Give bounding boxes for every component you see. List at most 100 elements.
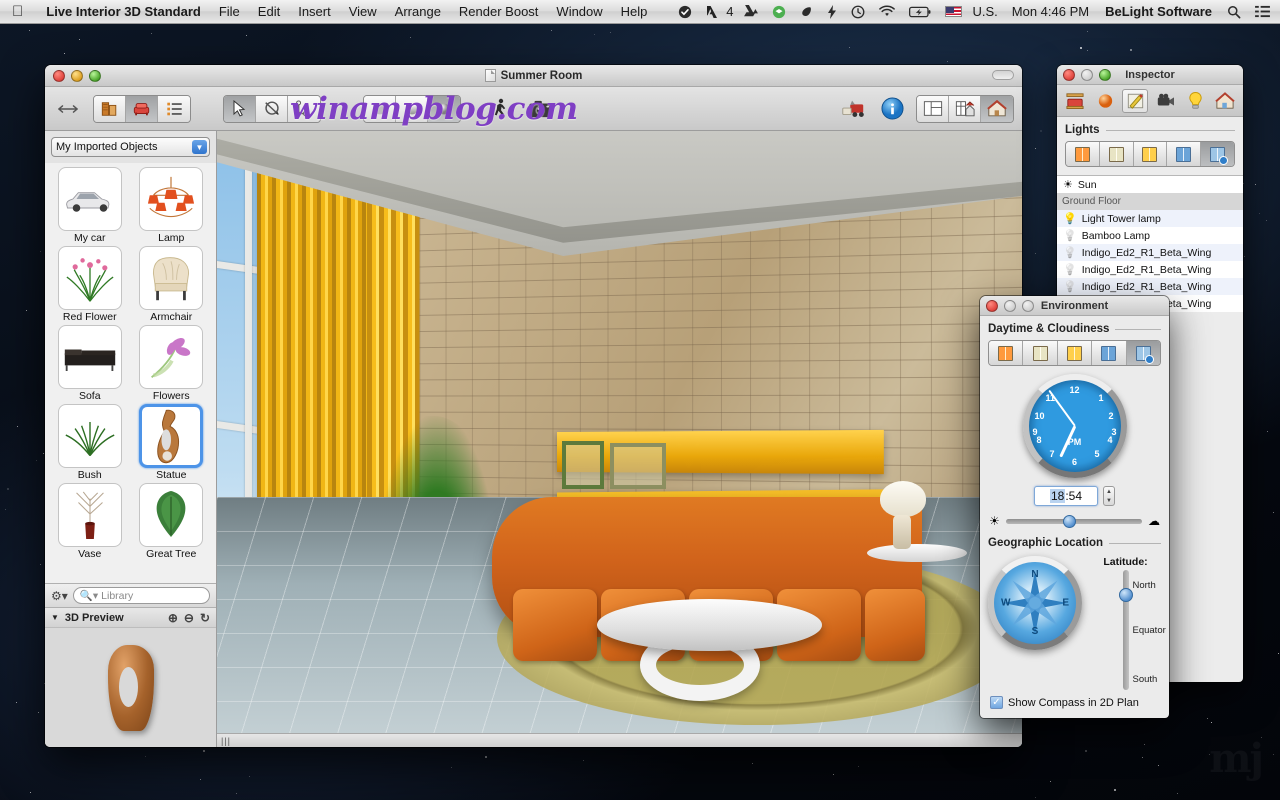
checkmark-badge-icon[interactable]: [671, 0, 699, 24]
furniture-icon[interactable]: [126, 96, 158, 122]
battery-icon[interactable]: [902, 0, 938, 24]
toolbar-group-editor-mode[interactable]: [93, 95, 191, 123]
input-source-flag-icon[interactable]: [938, 0, 972, 24]
light-mode-segmented-control[interactable]: [1065, 141, 1235, 167]
time-input[interactable]: 18:54: [1034, 486, 1098, 506]
object-item-red-flower[interactable]: Red Flower: [51, 246, 129, 323]
list-item[interactable]: 💡 Indigo_Ed2_R1_Beta_Wing: [1057, 278, 1243, 295]
list-icon[interactable]: [158, 96, 190, 122]
google-drive-icon[interactable]: [737, 0, 765, 24]
toolbar-group-view-mode[interactable]: [916, 95, 1014, 123]
latitude-slider[interactable]: North Equator South: [1123, 570, 1129, 690]
slider-knob[interactable]: [1063, 515, 1076, 528]
object-item-great-tree[interactable]: Great Tree: [133, 483, 211, 560]
gear-icon[interactable]: ⚙▾: [51, 589, 68, 603]
zoom-in-icon[interactable]: ⊕: [168, 611, 178, 625]
evernote-icon[interactable]: [793, 0, 820, 24]
object-item-vase[interactable]: Vase: [51, 483, 129, 560]
menu-bar-user-name[interactable]: BeLight Software: [1097, 4, 1220, 19]
dropbox-icon[interactable]: [765, 0, 793, 24]
zoom-out-icon[interactable]: ⊖: [184, 611, 194, 625]
search-input[interactable]: 🔍▾ Library: [73, 587, 210, 604]
pointer-icon[interactable]: [224, 96, 256, 122]
menu-item-edit[interactable]: Edit: [249, 0, 289, 24]
apple-menu-icon[interactable]: : [12, 4, 23, 19]
object-item-sofa[interactable]: Sofa: [51, 325, 129, 402]
menu-item-view[interactable]: View: [340, 0, 386, 24]
chevron-updown-icon[interactable]: ▼: [192, 140, 207, 154]
adobe-icon[interactable]: [699, 0, 725, 24]
object-item-lamp[interactable]: Lamp: [133, 167, 211, 244]
window-amber-icon[interactable]: [1058, 341, 1092, 365]
render-truck-icon[interactable]: [838, 95, 868, 123]
object-item-statue[interactable]: Statue: [133, 404, 211, 481]
house-3d-icon[interactable]: [981, 96, 1013, 122]
window-time-icon[interactable]: [1127, 341, 1160, 365]
rotate-icon[interactable]: [256, 96, 288, 122]
stepper-down-icon[interactable]: ▼: [1106, 498, 1112, 504]
menu-item-insert[interactable]: Insert: [289, 0, 340, 24]
object-item-armchair[interactable]: Armchair: [133, 246, 211, 323]
menu-item-app-name[interactable]: Live Interior 3D Standard: [37, 0, 210, 24]
cloudiness-slider[interactable]: [1006, 519, 1142, 524]
light-bulb-icon[interactable]: [1182, 89, 1208, 113]
menu-bar-clock[interactable]: Mon 4:46 PM: [1004, 4, 1097, 19]
material-sphere-icon[interactable]: [1092, 89, 1118, 113]
window-neutral-icon[interactable]: [1023, 341, 1057, 365]
list-item[interactable]: 💡 Bamboo Lamp: [1057, 227, 1243, 244]
menu-item-render-boost[interactable]: Render Boost: [450, 0, 548, 24]
object-item-my-car[interactable]: My car: [51, 167, 129, 244]
viewport-3d[interactable]: |||: [217, 131, 1022, 747]
menu-item-help[interactable]: Help: [612, 0, 657, 24]
input-source-label[interactable]: U.S.: [972, 4, 1003, 19]
menu-item-window[interactable]: Window: [547, 0, 611, 24]
time-stepper[interactable]: ▲ ▼: [1103, 486, 1115, 506]
environment-title-bar[interactable]: Environment: [980, 296, 1169, 316]
building-icon[interactable]: [94, 96, 126, 122]
inspector-title-bar[interactable]: Inspector: [1057, 65, 1243, 85]
checkmark-icon[interactable]: ✓: [990, 696, 1003, 709]
object-item-bush[interactable]: Bush: [51, 404, 129, 481]
rotate-icon[interactable]: ↻: [200, 611, 210, 625]
plan-2d-icon[interactable]: [917, 96, 949, 122]
wifi-icon[interactable]: [872, 0, 902, 24]
compass-icon[interactable]: N E S W: [988, 556, 1082, 650]
main-window-title-bar[interactable]: Summer Room: [45, 65, 1022, 87]
show-compass-checkbox-row[interactable]: ✓ Show Compass in 2D Plan: [980, 690, 1169, 715]
window-time-icon[interactable]: [1201, 142, 1234, 166]
flash-icon[interactable]: [820, 0, 844, 24]
list-item-label: Bamboo Lamp: [1082, 230, 1150, 242]
list-item[interactable]: 💡 Light Tower lamp: [1057, 210, 1243, 227]
viewport-resize-grip[interactable]: |||: [217, 733, 1022, 747]
slider-knob[interactable]: [1119, 588, 1133, 602]
info-icon[interactable]: [877, 95, 907, 123]
window-neutral-icon[interactable]: [1100, 142, 1134, 166]
notification-center-icon[interactable]: [1248, 0, 1280, 24]
window-cool-icon[interactable]: [1167, 142, 1201, 166]
preview-3d-canvas[interactable]: [45, 627, 216, 747]
window-amber-icon[interactable]: [1134, 142, 1168, 166]
menu-item-file[interactable]: File: [210, 0, 249, 24]
stepper-up-icon[interactable]: ▲: [1106, 489, 1112, 495]
list-item[interactable]: 💡 Indigo_Ed2_R1_Beta_Wing: [1057, 244, 1243, 261]
window-cool-icon[interactable]: [1092, 341, 1126, 365]
house-icon[interactable]: [1212, 89, 1238, 113]
elevation-icon[interactable]: [949, 96, 981, 122]
clock-history-icon[interactable]: [844, 0, 872, 24]
library-category-popup[interactable]: My Imported Objects ▼: [51, 137, 210, 157]
camera-icon[interactable]: [1152, 89, 1178, 113]
cloudiness-segmented-control[interactable]: [988, 340, 1161, 366]
disclosure-triangle-down-icon[interactable]: ▼: [51, 613, 59, 622]
search-icon[interactable]: [1220, 0, 1248, 24]
wall-tool-icon[interactable]: [1062, 89, 1088, 113]
horizontal-resize-icon[interactable]: [53, 95, 83, 123]
window-warm-icon[interactable]: [989, 341, 1023, 365]
object-item-flowers[interactable]: Flowers: [133, 325, 211, 402]
edit-pencil-icon[interactable]: [1122, 89, 1148, 113]
window-warm-icon[interactable]: [1066, 142, 1100, 166]
list-item[interactable]: 💡 Indigo_Ed2_R1_Beta_Wing: [1057, 261, 1243, 278]
menu-item-arrange[interactable]: Arrange: [386, 0, 450, 24]
daytime-clock[interactable]: 12 1 2 3 4 5 6 7 8 9 10 11 PM: [1023, 374, 1127, 478]
toolbar-toggle-button[interactable]: [992, 70, 1014, 80]
list-item[interactable]: ☀ Sun: [1057, 176, 1243, 193]
